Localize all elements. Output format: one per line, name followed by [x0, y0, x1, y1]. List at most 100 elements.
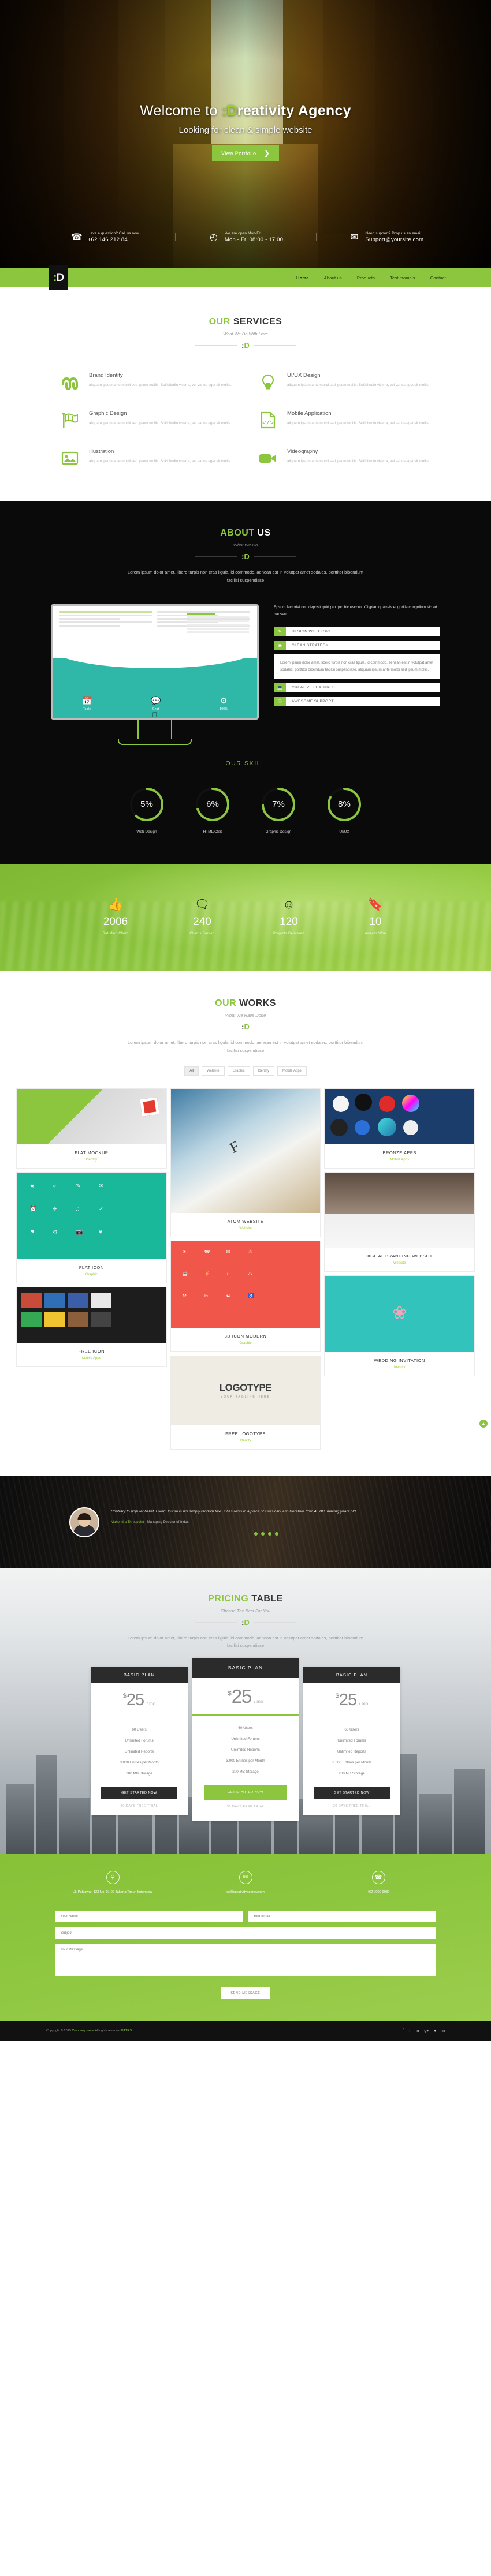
thumbs-up-icon: 👍: [107, 898, 124, 912]
pricing-plan-3: BASIC PLAN $25 / mo 60 Users Unlimited F…: [303, 1667, 400, 1815]
view-portfolio-label: View Portfolio: [221, 150, 256, 156]
portfolio-item-wedding-invitation[interactable]: WEDDING INVITATION Identity: [324, 1275, 475, 1376]
service-description: aliquam ipsum ante morbi sed ipsum molli…: [287, 383, 430, 387]
accordion-item-creative-features[interactable]: 💻 CREATIVE FEATURES: [274, 683, 440, 693]
portfolio-title: BRONZE APPS: [382, 1150, 416, 1155]
site-logo[interactable]: :D: [49, 265, 68, 290]
service-title: Graphic Design: [89, 410, 127, 417]
contact-phone-text: +62 0090 9080: [367, 1890, 390, 1894]
plan-trial-note: 30 DAYS FREE TRIAL: [333, 1804, 371, 1809]
filter-graphic[interactable]: Graphic: [227, 1066, 250, 1076]
filter-identity[interactable]: Identity: [252, 1066, 274, 1076]
service-item: </> Mobile Application aliquam ipsum ant…: [258, 410, 431, 430]
linkedin2-icon[interactable]: in: [442, 2029, 445, 2033]
nav-item-contact[interactable]: Contact: [430, 275, 446, 280]
nav-item-testimonials[interactable]: Testimonials: [390, 275, 415, 280]
facebook-icon[interactable]: f: [403, 2029, 404, 2033]
plan-amount: 25: [339, 1691, 357, 1710]
portfolio-item-flat-mockup[interactable]: FLAT MOCKUP Identity: [16, 1088, 167, 1169]
plan-feature: Unlimited Reports: [337, 1750, 367, 1754]
lifebuoy-icon: ◉: [274, 640, 286, 650]
plan-cta-button[interactable]: GET STARTED NOW: [204, 1785, 287, 1800]
plan-feature: 3.000 Entries per Month: [120, 1761, 159, 1765]
plan-cta-button[interactable]: GET STARTED NOW: [101, 1787, 177, 1800]
divider-line-left: [195, 1622, 237, 1623]
google-plus-icon[interactable]: g+: [424, 2029, 429, 2033]
send-message-button[interactable]: SEND MESSAGE: [221, 1987, 270, 1999]
filter-all[interactable]: All: [184, 1066, 199, 1076]
portfolio-category: Website: [239, 1226, 252, 1230]
subject-input[interactable]: [55, 1927, 436, 1939]
monitor-wave-panel: 📅Table 💬Chat ⚙100% : [53, 648, 257, 718]
service-item: Illustration aliquam ipsum ante morbi se…: [60, 448, 233, 468]
accordion-item-awesome-support[interactable]: ☉ AWESOME SUPPORT: [274, 697, 440, 707]
testimonial-section: Contrary to popular belief, Lorem Ipsum …: [0, 1476, 491, 1568]
contact-hours-caption: We are open Mon-Fri: [224, 231, 262, 235]
message-textarea[interactable]: [55, 1944, 436, 1976]
contact-section: ⚲ Jl. Pahlawan 123 No. 01 02 Jakarta Tim…: [0, 1854, 491, 2021]
plan-name: BASIC PLAN: [192, 1658, 299, 1678]
accordion-item-clean-strategy[interactable]: ◉ CLEAN STRATEGY: [274, 640, 440, 650]
skill-name: Web Design: [136, 829, 157, 834]
skill-item: 5% Web Design: [127, 787, 167, 834]
bookmark-icon: 🔖: [367, 898, 384, 912]
nav-item-about-us[interactable]: About us: [324, 275, 342, 280]
service-item: Brand Identity aliquam ipsum ante morbi …: [60, 372, 233, 392]
services-subtitle: What We Do With Love: [223, 331, 268, 336]
copyright-brand2: BTTRS: [121, 2029, 132, 2033]
nav-item-home[interactable]: Home: [296, 275, 309, 280]
view-portfolio-button[interactable]: View Portfolio ❯: [211, 145, 280, 161]
filter-mobile-apps[interactable]: Mobile Apps: [277, 1066, 307, 1076]
works-title: OUR WORKS: [0, 998, 491, 1009]
dribbble-icon[interactable]: ●: [434, 2029, 436, 2033]
accordion-item-design-with-love[interactable]: ✎ DESIGN WITH LOVE: [274, 626, 440, 636]
portfolio-category: Graphic: [85, 1272, 98, 1276]
counter-item: 👍 2006 Satisfied Client: [72, 898, 159, 935]
contact-address-text: Jl. Pahlawan 123 No. 01 02 Jakarta Timur…: [73, 1890, 152, 1894]
email-input[interactable]: [248, 1910, 436, 1922]
divider-smiley-icon: :D: [241, 1618, 250, 1627]
testimonial-pagination-dots[interactable]: [111, 1532, 422, 1536]
works-title-green: OUR: [215, 998, 240, 1008]
plan-feature: 60 Users: [344, 1728, 359, 1732]
portfolio-thumbnail: [325, 1172, 474, 1248]
scroll-top-button-round[interactable]: ▲: [479, 1420, 488, 1428]
monitor-sidebar-note: [187, 612, 249, 635]
hero-title: Welcome to :Dreativity Agency: [0, 103, 491, 119]
twitter-icon[interactable]: ᴛ: [409, 2029, 411, 2033]
linkedin-icon[interactable]: in: [416, 2029, 419, 2033]
plan-feature: 60 Users: [132, 1728, 147, 1732]
skill-name: HTML/CSS: [203, 829, 222, 834]
services-title-dark: SERVICES: [233, 317, 282, 327]
testimonial-content: Contrary to popular belief, Lorem Ipsum …: [0, 1507, 491, 1537]
plan-cta-button[interactable]: GET STARTED NOW: [314, 1787, 390, 1800]
portfolio-item-3d-icon-modern[interactable]: ☀ ☎ ✉ ☃ ☕ ⚡ ♪ ♺ ⚒ ✂ ☯ ♿ 3D ICON MODERN Graphic: [170, 1240, 321, 1352]
portfolio-item-flat-icon[interactable]: ★ ○ ✎ ✉ ⏰ ✈ ♫ ✓ ⚑ ⚙ 📷 ♥ FLAT ICON Graphic: [16, 1171, 167, 1283]
section-divider: :D: [0, 1023, 491, 1031]
dot-4[interactable]: [275, 1532, 278, 1536]
portfolio-item-digital-branding-website[interactable]: DIGITAL BRANDING WEBSITE Website: [324, 1171, 475, 1272]
portfolio-item-bronze-apps[interactable]: BRONZE APPS Mobile Apps: [324, 1088, 475, 1169]
mail-icon: ✉: [350, 233, 359, 242]
portfolio-item-atom-website[interactable]: ATOM WEBSITE Website: [170, 1088, 321, 1237]
monitor-mockup: 📅Table 💬Chat ⚙100% : [51, 604, 259, 745]
portfolio-title: WEDDING INVITATION: [374, 1357, 425, 1363]
about-subtitle: What We Do: [233, 542, 258, 548]
portfolio-item-free-icon[interactable]: FREE ICON Mobile Apps: [16, 1286, 167, 1367]
portfolio-category: Mobile Apps: [81, 1356, 101, 1360]
counter-value: 2006: [103, 916, 128, 928]
dot-3[interactable]: [268, 1532, 271, 1536]
nav-item-products[interactable]: Products: [357, 275, 375, 280]
portfolio-item-free-logotype[interactable]: LOGOTYPE YOUR TAGLINE HERE FREE LOGOTYPE…: [170, 1355, 321, 1450]
image-icon: [60, 448, 80, 468]
skills-title: OUR SKILL: [225, 759, 266, 767]
lightbulb-icon: [258, 372, 278, 392]
name-input[interactable]: [55, 1910, 243, 1922]
portfolio-thumbnail: [17, 1088, 166, 1144]
plan-feature: 3.000 Entries per Month: [226, 1759, 265, 1763]
filter-website[interactable]: Website: [202, 1066, 225, 1076]
about-lead: Lorem ipsum dolor amet, libero turpis no…: [127, 570, 364, 583]
dot-1[interactable]: [254, 1532, 258, 1536]
dot-2[interactable]: [261, 1532, 265, 1536]
counters-section: 👍 2006 Satisfied Client 🗨 240 Clients Se…: [0, 863, 491, 971]
